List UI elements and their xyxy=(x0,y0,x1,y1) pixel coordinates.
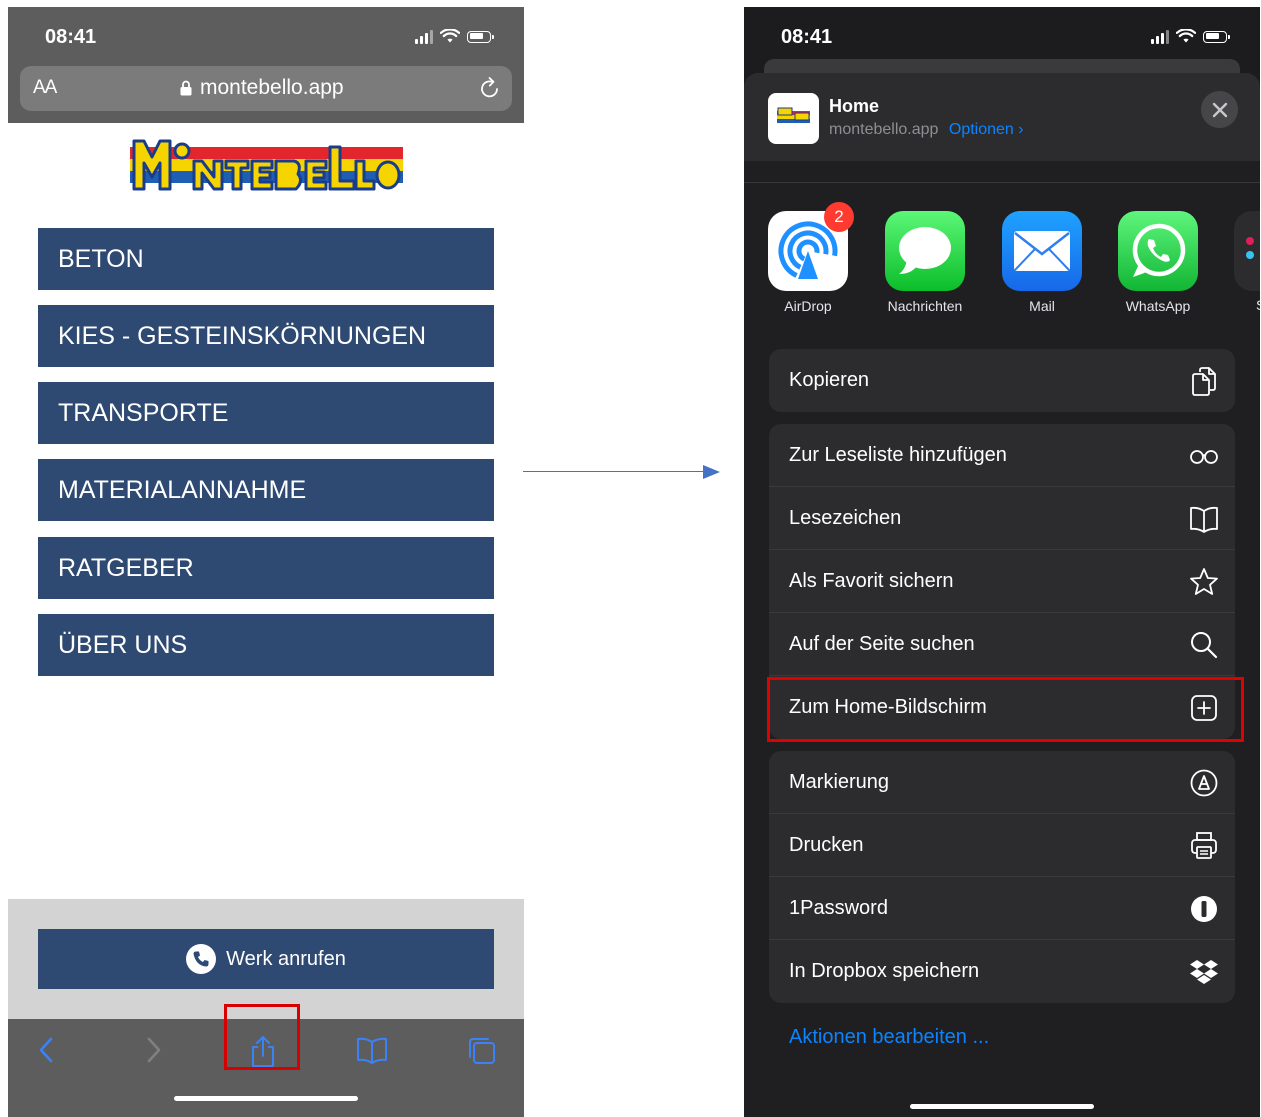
battery-icon xyxy=(1203,30,1230,43)
back-icon[interactable] xyxy=(36,1035,56,1065)
call-button-label: Werk anrufen xyxy=(226,947,346,970)
phone-icon xyxy=(186,944,217,974)
action-find-on-page[interactable]: Auf der Seite suchen xyxy=(769,613,1235,676)
mail-icon xyxy=(1002,211,1082,291)
action-bookmark[interactable]: Lesezeichen xyxy=(769,487,1235,550)
action-markup[interactable]: Markierung xyxy=(769,751,1235,814)
action-label: 1Password xyxy=(789,897,888,919)
app-label: WhatsApp xyxy=(1125,298,1191,314)
app-airdrop[interactable]: 2 AirDrop xyxy=(768,202,854,314)
reload-icon[interactable] xyxy=(479,76,501,100)
close-icon xyxy=(1212,102,1227,117)
share-sheet-header xyxy=(744,73,1260,161)
menu-item-kies[interactable]: KIES - GESTEINSKÖRNUNGEN xyxy=(38,305,494,367)
book-icon xyxy=(1190,506,1218,533)
action-1password[interactable]: 1Password xyxy=(769,877,1235,940)
notification-badge: 2 xyxy=(824,202,854,232)
app-messages[interactable]: Nachrichten xyxy=(885,211,965,314)
app-label: Mail xyxy=(1029,298,1055,314)
flow-arrow-head xyxy=(703,465,720,479)
action-copy[interactable]: Kopieren xyxy=(769,349,1235,412)
lock-icon xyxy=(180,80,192,96)
url-display[interactable]: montebello.app xyxy=(180,76,344,100)
star-icon xyxy=(1190,568,1218,595)
header-divider xyxy=(744,182,1260,183)
app-partial-icon[interactable] xyxy=(1234,211,1260,291)
wifi-icon xyxy=(440,29,460,43)
action-group-more: Markierung Drucken 1Password In Dropbox … xyxy=(769,751,1235,1003)
right-phone-screen: 08:41 Home montebello.app Optionen › 2 A… xyxy=(744,7,1260,1117)
menu-item-beton[interactable]: BETON xyxy=(38,228,494,290)
signal-icon xyxy=(415,29,433,44)
status-time: 08:41 xyxy=(781,26,833,48)
menu-item-materialannahme[interactable]: MATERIALANNAHME xyxy=(38,459,494,521)
dropbox-icon xyxy=(1190,960,1218,984)
options-link[interactable]: Optionen › xyxy=(949,121,1024,138)
bookmarks-icon[interactable] xyxy=(356,1035,388,1065)
onepassword-icon xyxy=(1191,896,1217,922)
action-label: Lesezeichen xyxy=(789,507,902,529)
edit-actions-link[interactable]: Aktionen bearbeiten ... xyxy=(789,1026,989,1049)
signal-icon xyxy=(1151,29,1169,44)
markup-icon xyxy=(1190,769,1218,797)
action-label: Zur Leseliste hinzufügen xyxy=(789,444,1007,466)
home-indicator[interactable] xyxy=(910,1104,1094,1109)
share-title: Home xyxy=(829,96,880,116)
messages-icon xyxy=(885,211,965,291)
action-favorite[interactable]: Als Favorit sichern xyxy=(769,550,1235,613)
app-whatsapp[interactable]: WhatsApp xyxy=(1118,211,1198,314)
action-dropbox[interactable]: In Dropbox speichern xyxy=(769,940,1235,1003)
action-label: Kopieren xyxy=(789,369,870,391)
address-bar[interactable]: AA montebello.app xyxy=(20,66,512,111)
share-button-highlight xyxy=(224,1004,300,1070)
close-button[interactable] xyxy=(1201,91,1238,128)
action-print[interactable]: Drucken xyxy=(769,814,1235,877)
menu-item-transporte[interactable]: TRANSPORTE xyxy=(38,382,494,444)
call-plant-button[interactable]: Werk anrufen xyxy=(38,929,494,989)
app-partial-label: S xyxy=(1256,297,1260,313)
action-group-copy: Kopieren xyxy=(769,349,1235,412)
status-time: 08:41 xyxy=(45,26,97,48)
status-icons xyxy=(1151,29,1230,44)
action-label: Als Favorit sichern xyxy=(789,570,954,592)
montebello-logo[interactable] xyxy=(130,137,403,193)
menu-item-ratgeber[interactable]: RATGEBER xyxy=(38,537,494,599)
search-icon xyxy=(1191,632,1218,659)
share-subtitle: montebello.app Optionen › xyxy=(829,121,1024,139)
action-label: Auf der Seite suchen xyxy=(789,633,975,655)
flow-arrow-line xyxy=(523,471,705,472)
copy-icon xyxy=(1192,367,1216,396)
battery-icon xyxy=(467,30,494,43)
url-text: montebello.app xyxy=(200,76,344,99)
add-to-home-highlight xyxy=(767,677,1244,742)
app-label: AirDrop xyxy=(784,298,832,314)
menu-item-ueber-uns[interactable]: ÜBER UNS xyxy=(38,614,494,676)
airdrop-icon: 2 xyxy=(768,202,854,291)
glasses-icon xyxy=(1190,450,1218,464)
action-reading-list[interactable]: Zur Leseliste hinzufügen xyxy=(769,424,1235,487)
action-label: Drucken xyxy=(789,834,864,856)
app-label: Nachrichten xyxy=(887,298,963,314)
text-size-button[interactable]: AA xyxy=(33,77,57,99)
forward-icon[interactable] xyxy=(144,1035,164,1065)
site-thumbnail-icon xyxy=(768,93,819,144)
wifi-icon xyxy=(1176,29,1196,43)
action-label: Markierung xyxy=(789,771,890,793)
status-icons xyxy=(415,29,494,44)
home-indicator[interactable] xyxy=(174,1096,358,1101)
left-phone-screen: 08:41 AA montebello.app BETON KIES - GES… xyxy=(8,7,524,1117)
printer-icon xyxy=(1191,832,1217,859)
app-mail[interactable]: Mail xyxy=(1002,211,1082,314)
share-url: montebello.app xyxy=(829,121,939,138)
action-label: In Dropbox speichern xyxy=(789,960,980,982)
whatsapp-icon xyxy=(1118,211,1198,291)
tabs-icon[interactable] xyxy=(466,1035,498,1067)
